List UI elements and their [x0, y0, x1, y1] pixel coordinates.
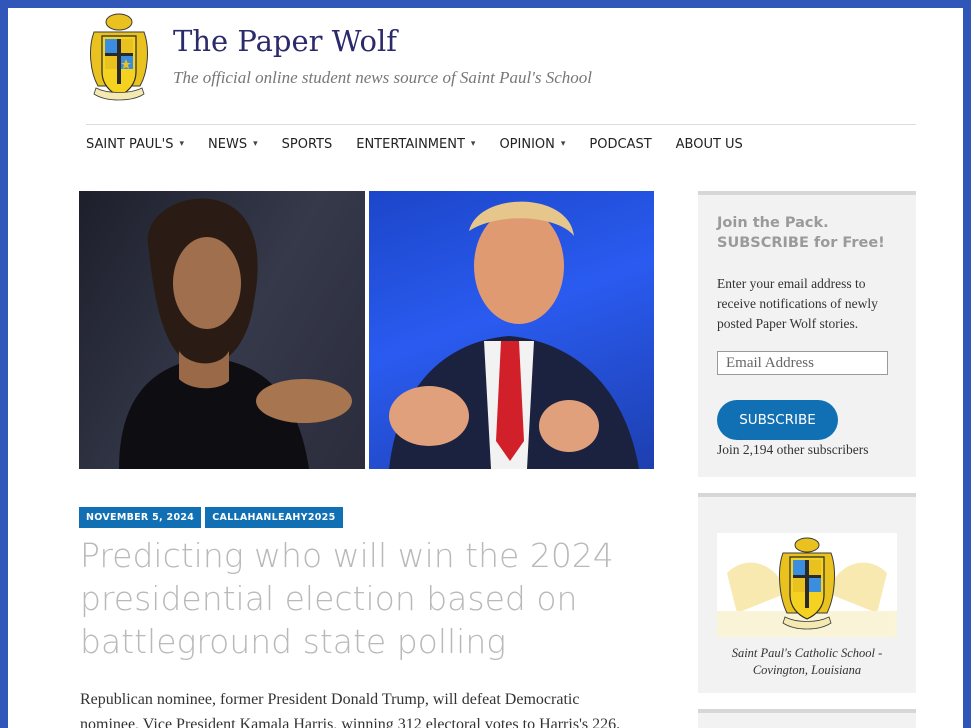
article-headline[interactable]: Predicting who will win the 2024 preside…: [80, 534, 640, 663]
article-excerpt: Republican nominee, former President Don…: [80, 691, 621, 728]
subscribe-widget-text: Enter your email address to receive noti…: [717, 276, 878, 331]
nav-item-about-us[interactable]: ABOUT US: [676, 137, 743, 152]
article-meta: NOVEMBER 5, 2024 CALLAHANLEAHY2025: [79, 507, 343, 528]
nav-item-news[interactable]: NEWS ▾: [208, 137, 258, 152]
candidate-photo-right: [369, 191, 654, 469]
nav-item-label: ABOUT US: [675, 136, 743, 152]
subscribe-button[interactable]: SUBSCRIBE: [717, 400, 838, 440]
nav-item-saint-pauls[interactable]: SAINT PAUL'S ▾: [86, 137, 184, 152]
article-author-tag[interactable]: CALLAHANLEAHY2025: [205, 507, 343, 528]
chevron-down-icon: ▾: [179, 139, 185, 149]
sidebar-widget: [698, 709, 916, 728]
nav-item-label: PODCAST: [589, 136, 652, 152]
nav-item-label: SAINT PAUL'S: [86, 136, 174, 152]
subscribe-widget: Join the Pack. SUBSCRIBE for Free! Enter…: [698, 191, 916, 477]
subscriber-count: Join 2,194 other subscribers: [717, 442, 869, 457]
crest-caption: Saint Paul's Catholic School - Covington…: [731, 646, 883, 677]
portrait-left-illustration: [119, 198, 352, 469]
school-crest-image[interactable]: [717, 533, 897, 637]
page: The Paper Wolf The official online stude…: [8, 8, 963, 728]
chevron-down-icon: ▾: [253, 139, 258, 149]
school-crest-widget: Saint Paul's Catholic School - Covington…: [698, 493, 916, 693]
crest-illustration: [717, 537, 897, 637]
subscribe-widget-title: Join the Pack. SUBSCRIBE for Free!: [717, 215, 885, 251]
site-tagline: The official online student news source …: [173, 68, 592, 87]
school-crest-logo[interactable]: [88, 12, 150, 108]
chevron-down-icon: ▾: [560, 139, 566, 149]
site-title[interactable]: The Paper Wolf: [173, 24, 397, 58]
email-field[interactable]: Email Address: [717, 351, 888, 375]
portrait-right-illustration: [389, 201, 639, 469]
header-divider: [86, 124, 916, 125]
nav-item-entertainment[interactable]: ENTERTAINMENT ▾: [356, 137, 475, 152]
nav-item-podcast[interactable]: PODCAST: [589, 137, 651, 152]
candidate-photo-left: [79, 191, 365, 469]
chevron-down-icon: ▾: [470, 139, 476, 149]
nav-item-opinion[interactable]: OPINION ▾: [499, 137, 565, 152]
main-navigation: SAINT PAUL'S ▾ NEWS ▾ SPORTS ENTERTAINME…: [86, 130, 767, 158]
nav-item-label: ENTERTAINMENT: [356, 136, 465, 152]
nav-item-label: SPORTS: [281, 136, 333, 152]
nav-item-label: NEWS: [208, 136, 248, 152]
nav-item-sports[interactable]: SPORTS: [282, 137, 333, 152]
article-date-tag[interactable]: NOVEMBER 5, 2024: [79, 507, 202, 528]
nav-item-label: OPINION: [499, 136, 555, 152]
featured-image[interactable]: [79, 191, 654, 469]
